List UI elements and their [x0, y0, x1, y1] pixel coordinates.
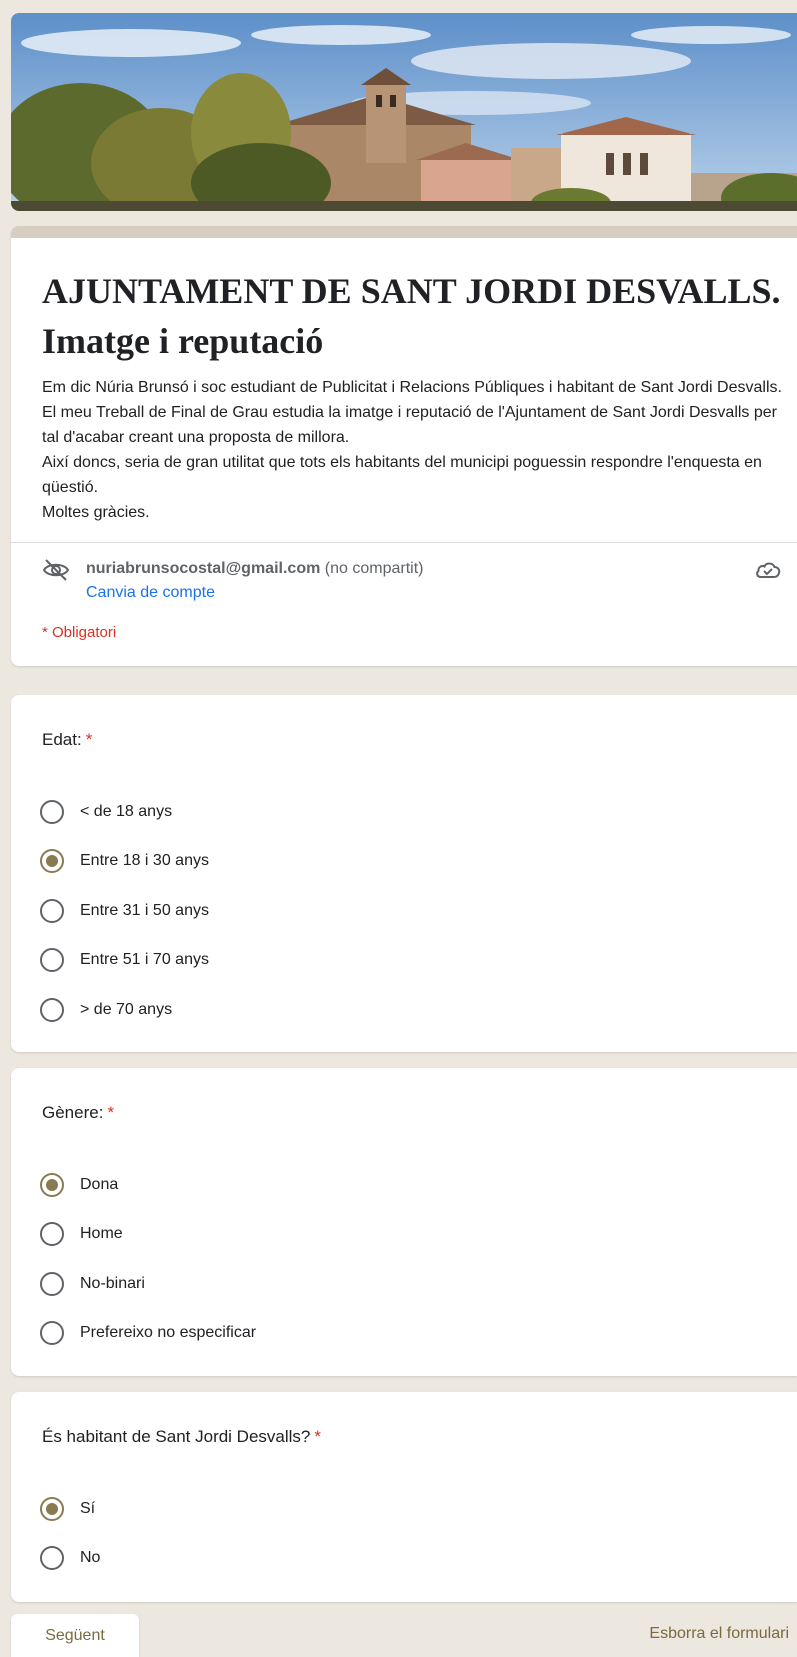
radio-option[interactable]: Prefereixo no especificar	[40, 1309, 740, 1359]
radio-group: < de 18 anys Entre 18 i 30 anys Entre 31…	[40, 787, 740, 1035]
question-title-text: Edat:	[42, 730, 82, 749]
radio-label: Prefereixo no especificar	[80, 1324, 257, 1342]
description-paragraph: Em dic Núria Brunsó i soc estudiant de P…	[42, 379, 782, 446]
radio-option[interactable]: Sí	[40, 1484, 740, 1534]
required-star: *	[85, 730, 93, 749]
form-header-card: AJUNTAMENT DE SANT JORDI DESVALLS. Imatg…	[11, 226, 797, 666]
required-note: * Obligatori	[42, 624, 117, 641]
required-star: *	[107, 1103, 115, 1122]
radio-label: No	[80, 1549, 101, 1567]
radio-option[interactable]: Entre 31 i 50 anys	[40, 886, 740, 936]
radio-button-selected[interactable]	[40, 1172, 64, 1197]
account-email-address: nuriabrunsocostal@gmail.com	[86, 560, 321, 577]
radio-option[interactable]: Home	[40, 1210, 740, 1260]
radio-label: Sí	[80, 1499, 96, 1517]
next-button[interactable]: Següent	[11, 1614, 139, 1657]
question-title: Gènere: *	[42, 1103, 114, 1123]
radio-label: Entre 31 i 50 anys	[80, 901, 209, 919]
radio-button-selected[interactable]	[40, 1496, 64, 1521]
account-row: nuriabrunsocostal@gmail.com (no comparti…	[42, 558, 782, 606]
question-title: És habitant de Sant Jordi Desvalls? *	[42, 1427, 321, 1447]
radio-label: < de 18 anys	[80, 802, 173, 820]
radio-option[interactable]: < de 18 anys	[40, 787, 740, 837]
question-title-text: És habitant de Sant Jordi Desvalls?	[42, 1427, 311, 1446]
cloud-check-icon	[754, 558, 782, 582]
switch-account-link[interactable]: Canvia de compte	[86, 584, 215, 602]
radio-button[interactable]	[40, 1321, 64, 1346]
question-card-resident: És habitant de Sant Jordi Desvalls? * Sí …	[11, 1392, 797, 1602]
account-note: (no compartit)	[324, 560, 424, 577]
header-banner-image	[11, 13, 797, 211]
radio-option[interactable]: Entre 18 i 30 anys	[40, 837, 740, 887]
eye-off-icon	[42, 558, 70, 582]
radio-button[interactable]	[40, 898, 64, 923]
description-paragraph: Així doncs, seria de gran utilitat que t…	[42, 454, 762, 496]
radio-button[interactable]	[40, 1271, 64, 1296]
form-description: Em dic Núria Brunsó i soc estudiant de P…	[42, 375, 782, 525]
radio-label: Home	[80, 1225, 123, 1243]
required-star: *	[314, 1427, 321, 1446]
account-email: nuriabrunsocostal@gmail.com (no comparti…	[86, 560, 423, 578]
radio-label: Entre 51 i 70 anys	[80, 951, 209, 969]
question-card-gender: Gènere: * Dona Home No-binari Prefereixo …	[11, 1068, 797, 1376]
radio-button[interactable]	[40, 997, 64, 1022]
form-page: AJUNTAMENT DE SANT JORDI DESVALLS. Imatg…	[0, 0, 797, 1657]
clear-form-link[interactable]: Esborra el formulari	[649, 1625, 789, 1643]
description-paragraph: Moltes gràcies.	[42, 504, 150, 521]
radio-option[interactable]: No	[40, 1534, 740, 1584]
radio-option[interactable]: Dona	[40, 1160, 740, 1210]
radio-label: Entre 18 i 30 anys	[80, 852, 209, 870]
divider	[11, 542, 797, 543]
village-photo	[11, 13, 797, 211]
radio-group: Dona Home No-binari Prefereixo no especi…	[40, 1160, 740, 1358]
radio-option[interactable]: No-binari	[40, 1259, 740, 1309]
radio-label: > de 70 anys	[80, 1000, 173, 1018]
form-title: AJUNTAMENT DE SANT JORDI DESVALLS. Imatg…	[42, 271, 781, 361]
radio-label: No-binari	[80, 1274, 145, 1292]
question-card-age: Edat: * < de 18 anys Entre 18 i 30 anys E…	[11, 695, 797, 1052]
radio-button[interactable]	[40, 799, 64, 824]
radio-button[interactable]	[40, 948, 64, 973]
radio-option[interactable]: > de 70 anys	[40, 985, 740, 1035]
question-title: Edat: *	[42, 730, 92, 750]
radio-button-selected[interactable]	[40, 849, 64, 874]
radio-button[interactable]	[40, 1546, 64, 1571]
question-title-text: Gènere:	[42, 1103, 104, 1122]
radio-button[interactable]	[40, 1222, 64, 1247]
radio-label: Dona	[80, 1175, 119, 1193]
radio-option[interactable]: Entre 51 i 70 anys	[40, 936, 740, 986]
radio-group: Sí No	[40, 1484, 740, 1583]
